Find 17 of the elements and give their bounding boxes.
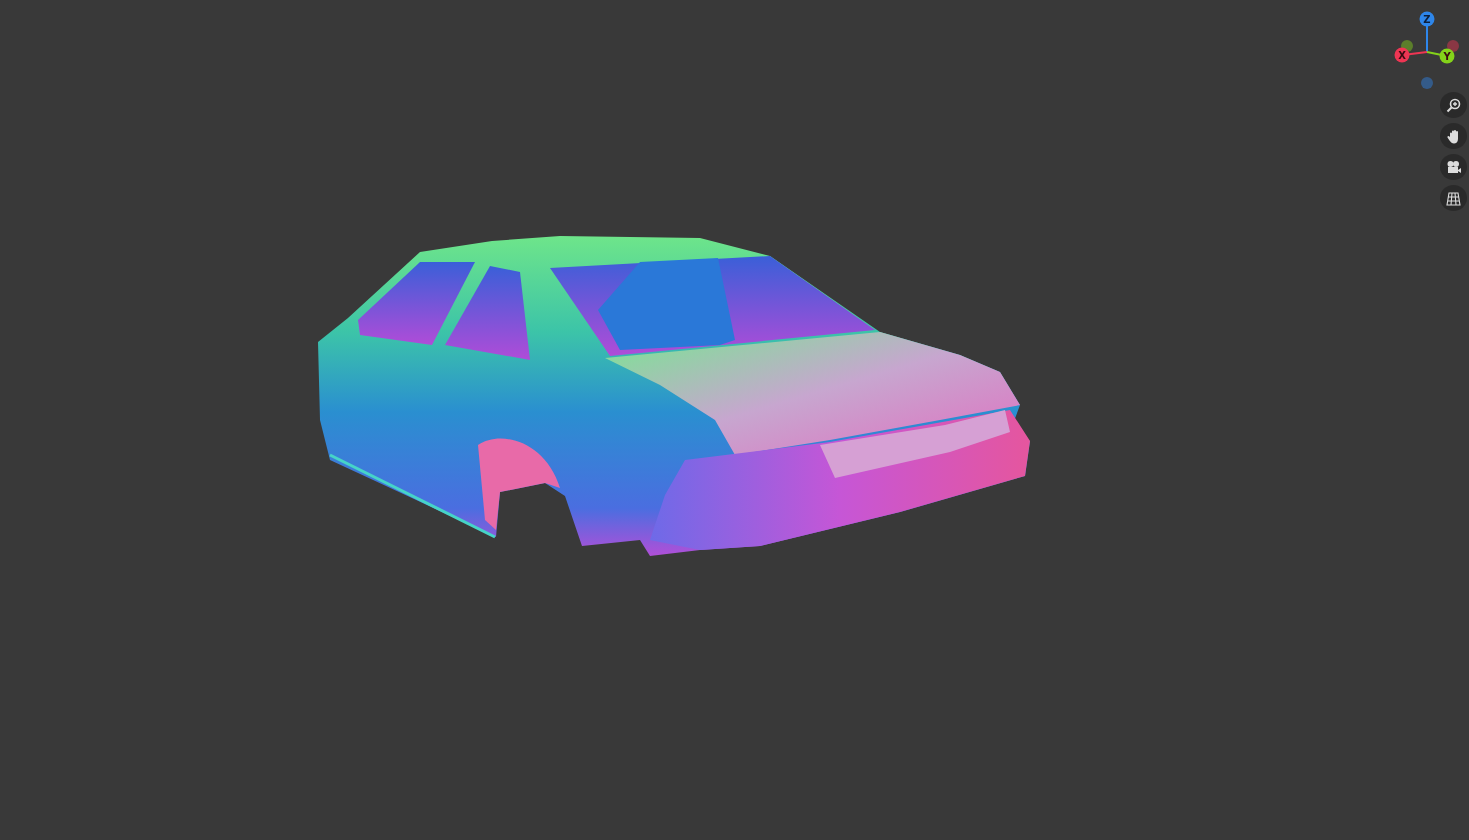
negative-axis-handle[interactable] bbox=[1401, 40, 1413, 52]
movie-camera-icon bbox=[1446, 159, 1461, 175]
negative-axis-handle[interactable] bbox=[1421, 77, 1433, 89]
viewport-tool-button[interactable] bbox=[1440, 123, 1467, 149]
hand-icon bbox=[1446, 128, 1461, 144]
grid-icon bbox=[1446, 190, 1461, 206]
viewport-tool-button[interactable] bbox=[1440, 154, 1467, 180]
viewport-tool-button[interactable] bbox=[1440, 185, 1467, 211]
axis-handle[interactable] bbox=[1394, 47, 1410, 63]
axis-handle[interactable] bbox=[1439, 48, 1455, 64]
magnifier-plus-icon bbox=[1446, 97, 1461, 113]
axis-label: X bbox=[1398, 49, 1406, 61]
axis-label: Z bbox=[1423, 13, 1431, 25]
viewport-tool-button[interactable] bbox=[1440, 92, 1467, 118]
axis-label: Y bbox=[1443, 50, 1451, 62]
negative-axis-handle[interactable] bbox=[1447, 40, 1459, 52]
axis-handle[interactable] bbox=[1419, 11, 1435, 27]
